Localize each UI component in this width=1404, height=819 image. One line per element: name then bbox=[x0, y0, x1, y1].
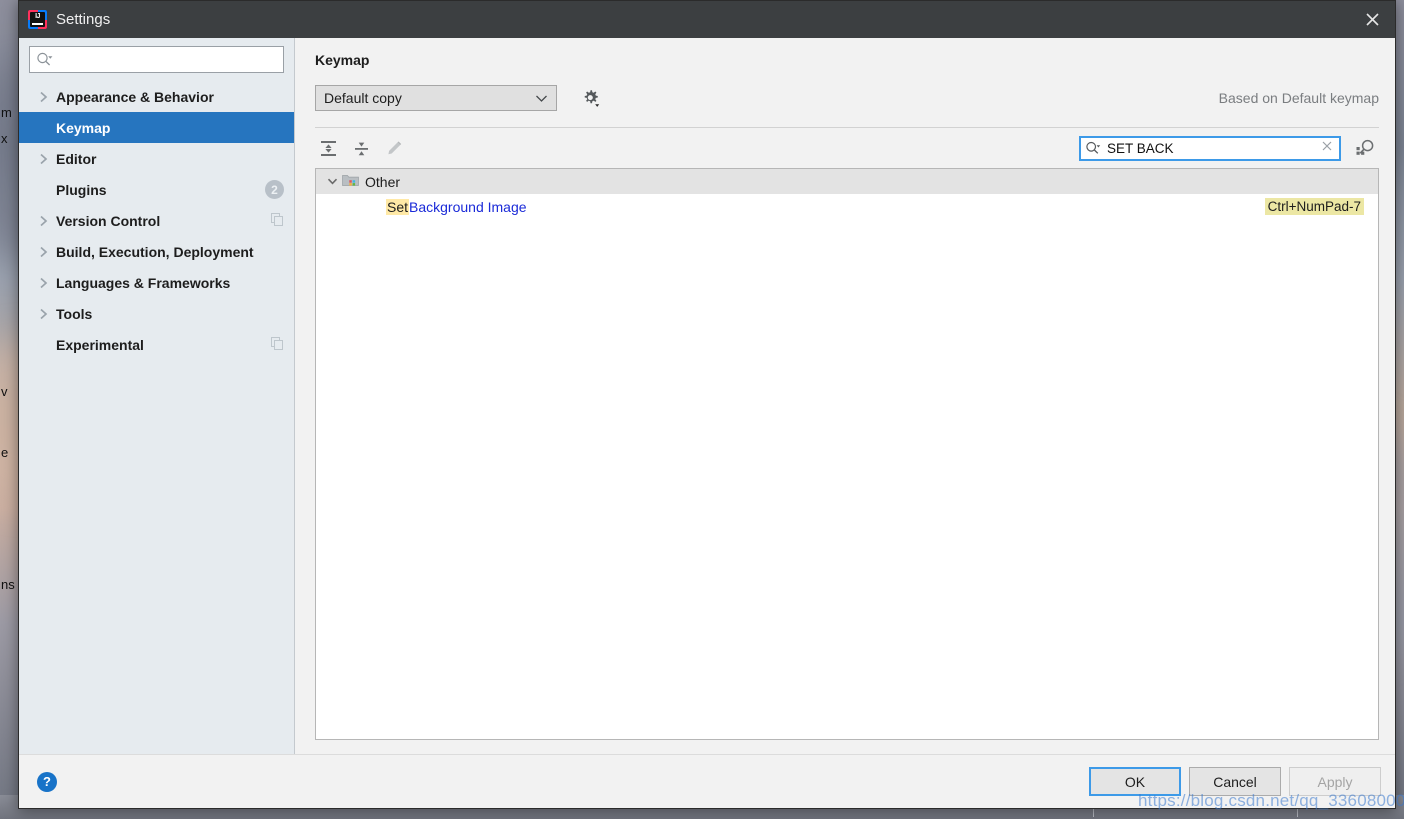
gear-icon bbox=[584, 89, 599, 107]
sidebar-item-label: Languages & Frameworks bbox=[56, 274, 231, 291]
find-by-shortcut-icon bbox=[1356, 139, 1373, 155]
search-icon bbox=[1086, 141, 1101, 154]
sidebar-item-label: Plugins bbox=[56, 181, 107, 198]
tree-action-row[interactable]: Set Background Image Ctrl+NumPad-7 bbox=[316, 194, 1378, 219]
sidebar-item-label: Appearance & Behavior bbox=[56, 88, 214, 105]
sidebar-item-label: Build, Execution, Deployment bbox=[56, 243, 254, 260]
pencil-icon bbox=[387, 140, 401, 154]
keymap-settings-panel: Keymap Default copy Based on Default key… bbox=[295, 38, 1395, 754]
settings-sidebar: Appearance & Behavior Keymap Editor Plug… bbox=[19, 38, 295, 754]
chevron-down-icon bbox=[535, 90, 548, 106]
shortcut-badge: Ctrl+NumPad-7 bbox=[1264, 198, 1364, 215]
intellij-idea-logo-icon: IJ bbox=[28, 10, 47, 29]
bg-text-fragment: v bbox=[1, 384, 8, 399]
sidebar-item-appearance-behavior[interactable]: Appearance & Behavior bbox=[19, 81, 294, 112]
sidebar-item-editor[interactable]: Editor bbox=[19, 143, 294, 174]
apply-button: Apply bbox=[1289, 767, 1381, 796]
plugins-update-badge: 2 bbox=[265, 180, 284, 199]
sidebar-search-wrapper bbox=[19, 46, 294, 81]
sidebar-item-keymap[interactable]: Keymap bbox=[19, 112, 294, 143]
chevron-down-icon[interactable] bbox=[322, 177, 342, 186]
page-title: Keymap bbox=[315, 52, 370, 68]
keymap-search-box[interactable] bbox=[1079, 135, 1341, 161]
tree-group-row[interactable]: Other bbox=[316, 169, 1378, 194]
search-match-highlight: Set bbox=[386, 198, 410, 215]
chevron-right-icon bbox=[35, 215, 51, 227]
keymap-toolbar bbox=[315, 128, 1379, 168]
bg-text-fragment: ns bbox=[1, 577, 15, 592]
edit-shortcut-button bbox=[381, 135, 407, 161]
dialog-action-buttons: OK Cancel Apply bbox=[1081, 767, 1381, 796]
keymap-search-input[interactable] bbox=[1105, 139, 1319, 157]
sidebar-search-input[interactable] bbox=[57, 51, 277, 68]
help-button-label: ? bbox=[43, 774, 51, 789]
search-icon bbox=[37, 52, 53, 66]
folder-icon bbox=[342, 173, 359, 190]
find-by-shortcut-button[interactable] bbox=[1353, 136, 1377, 160]
sidebar-item-label: Tools bbox=[56, 305, 93, 322]
project-scope-icon bbox=[271, 212, 284, 229]
dialog-body: Appearance & Behavior Keymap Editor Plug… bbox=[19, 38, 1395, 754]
tree-group-label: Other bbox=[365, 173, 401, 190]
sidebar-item-build-execution-deployment[interactable]: Build, Execution, Deployment bbox=[19, 236, 294, 267]
bg-text-fragment: x bbox=[1, 131, 8, 146]
keymap-scheme-value: Default copy bbox=[324, 90, 402, 106]
keymap-scheme-select[interactable]: Default copy bbox=[315, 85, 557, 111]
sidebar-item-languages-frameworks[interactable]: Languages & Frameworks bbox=[19, 267, 294, 298]
clear-search-icon[interactable] bbox=[1319, 139, 1335, 157]
sidebar-item-version-control[interactable]: Version Control bbox=[19, 205, 294, 236]
sidebar-item-label: Keymap bbox=[56, 119, 111, 136]
chevron-right-icon bbox=[35, 91, 51, 103]
sidebar-item-label: Experimental bbox=[56, 336, 144, 353]
project-scope-icon bbox=[271, 336, 284, 353]
dialog-footer: ? OK Cancel Apply bbox=[19, 754, 1395, 808]
sidebar-item-label: Version Control bbox=[56, 212, 161, 229]
settings-dialog: IJ Settings Appearance & Behavior Keymap… bbox=[18, 0, 1396, 809]
keymap-settings-gear-button[interactable] bbox=[577, 86, 603, 110]
sidebar-search-box[interactable] bbox=[29, 46, 284, 73]
dialog-title: Settings bbox=[56, 11, 111, 28]
cancel-button[interactable]: Cancel bbox=[1189, 767, 1281, 796]
based-on-label: Based on Default keymap bbox=[1218, 90, 1379, 106]
collapse-all-icon bbox=[354, 142, 368, 155]
expand-all-button[interactable] bbox=[315, 135, 341, 161]
tree-action-label: Background Image bbox=[409, 198, 527, 215]
chevron-right-icon bbox=[35, 246, 51, 258]
sidebar-item-plugins[interactable]: Plugins 2 bbox=[19, 174, 294, 205]
keymap-actions-tree[interactable]: Other Set Background Image Ctrl+NumPad-7 bbox=[315, 168, 1379, 740]
keymap-scheme-row: Default copy Based on Default keymap bbox=[315, 85, 1379, 111]
dialog-titlebar: IJ Settings bbox=[19, 1, 1395, 38]
collapse-all-button[interactable] bbox=[348, 135, 374, 161]
close-icon[interactable] bbox=[1349, 1, 1395, 38]
sidebar-item-experimental[interactable]: Experimental bbox=[19, 329, 294, 360]
bg-text-fragment: m bbox=[1, 105, 12, 120]
sidebar-item-label: Editor bbox=[56, 150, 97, 167]
chevron-right-icon bbox=[35, 153, 51, 165]
expand-all-icon bbox=[320, 140, 336, 156]
chevron-right-icon bbox=[35, 277, 51, 289]
chevron-right-icon bbox=[35, 308, 51, 320]
ok-button[interactable]: OK bbox=[1089, 767, 1181, 796]
bg-text-fragment: e bbox=[1, 445, 9, 460]
help-icon[interactable]: ? bbox=[37, 771, 57, 792]
sidebar-item-tools[interactable]: Tools bbox=[19, 298, 294, 329]
